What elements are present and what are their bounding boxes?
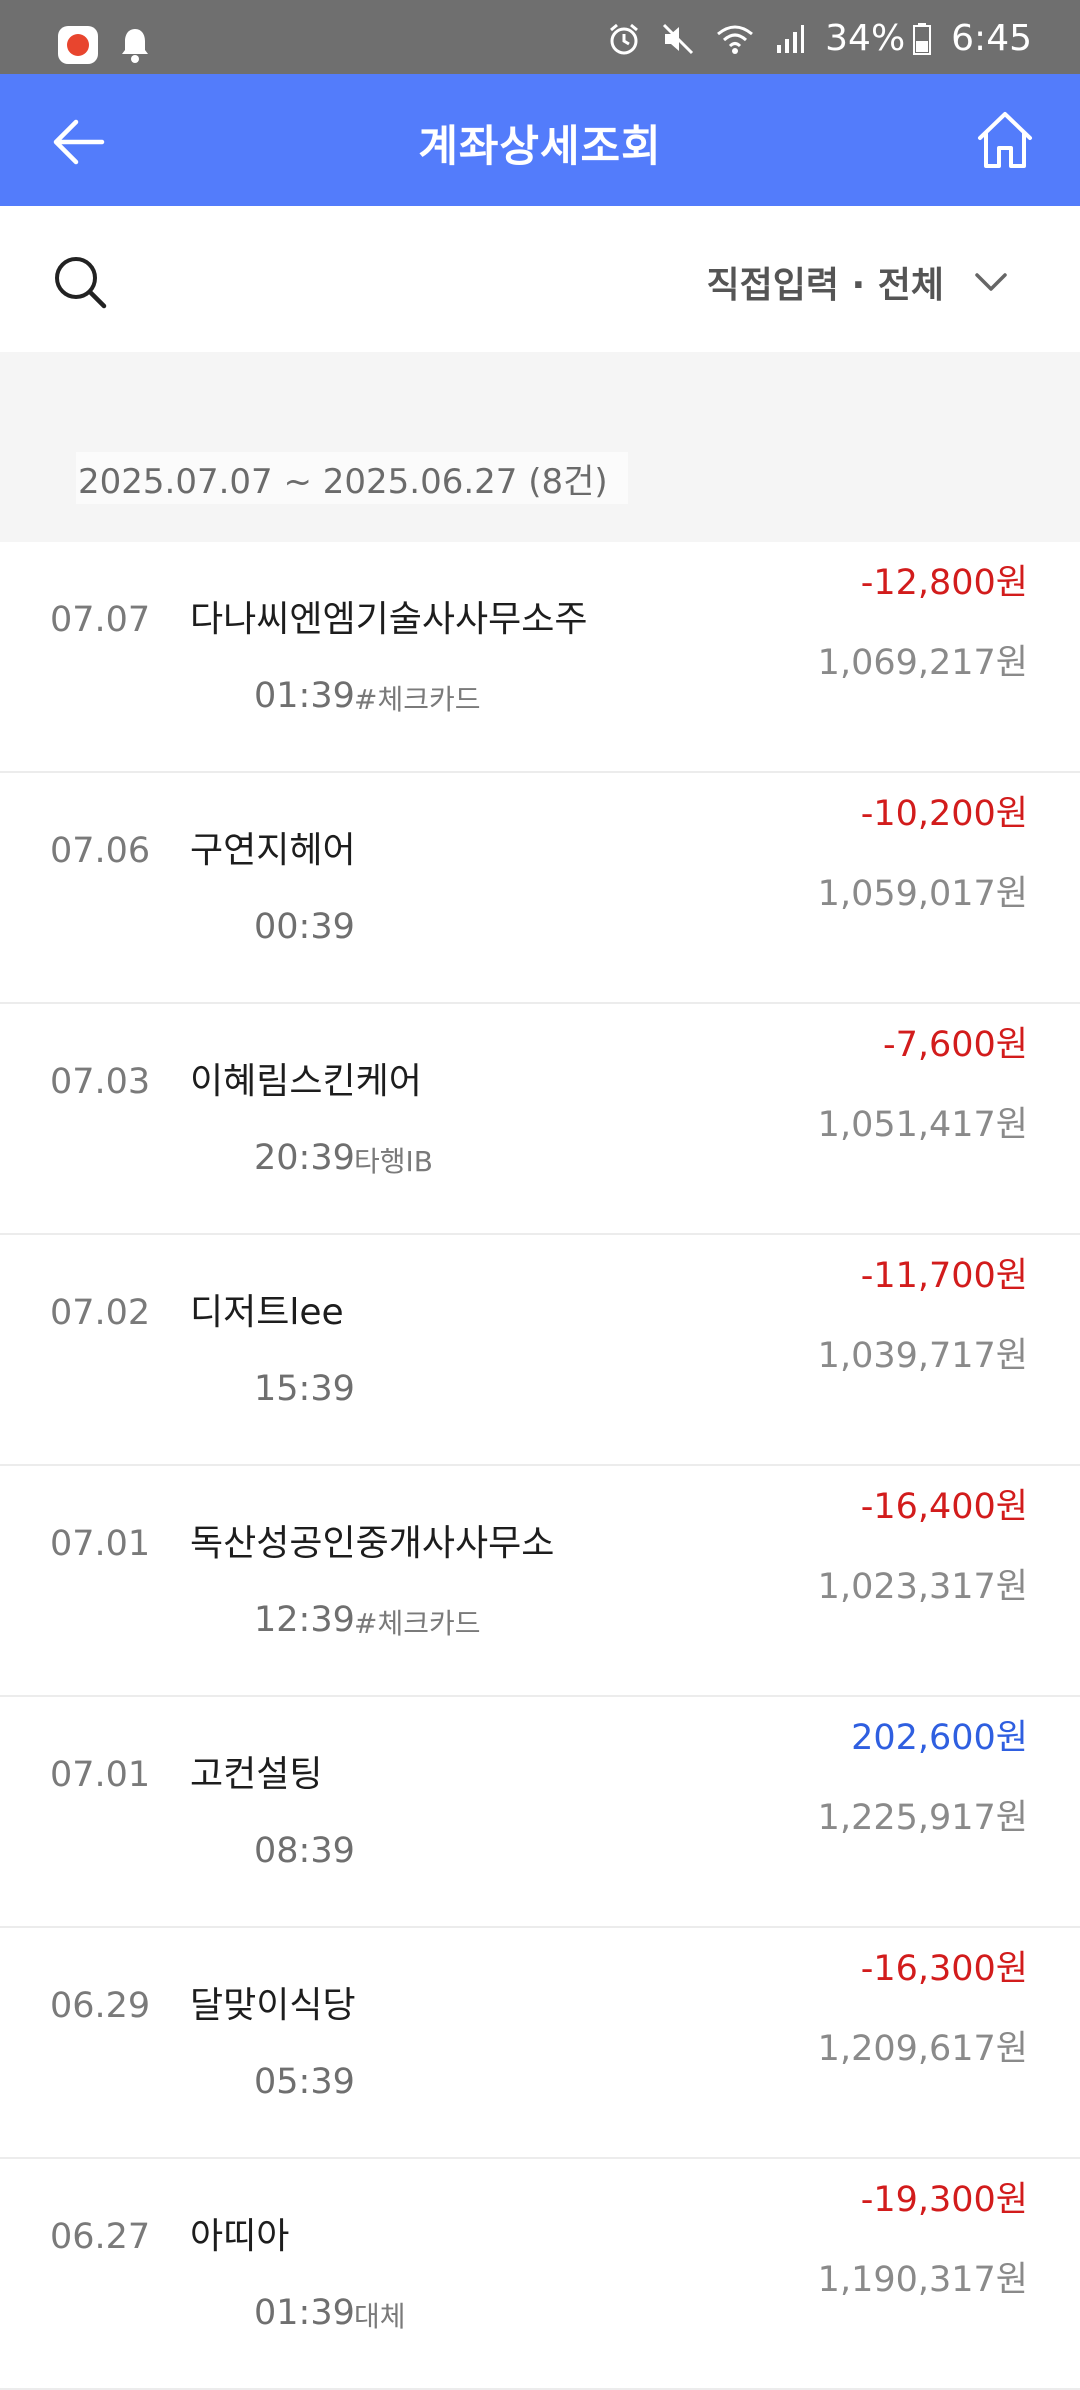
signal-icon <box>777 24 805 53</box>
wifi-icon <box>717 25 754 54</box>
transaction-amount: -19,300원 <box>860 2180 1028 2220</box>
transaction-balance: 1,039,717원 <box>817 1336 1028 1376</box>
status-left <box>58 26 150 64</box>
transaction-merchant: 다나씨엔엠기술사사무소주 <box>190 599 588 640</box>
period-summary: 2025.07.07 ~ 2025.06.27 (8건) <box>76 452 628 504</box>
transaction-merchant: 아띠아 <box>190 2216 290 2257</box>
transaction-row[interactable]: 07.07 다나씨엔엠기술사사무소주 01:39 #체크카드 -12,800원 1,069… <box>0 542 1080 773</box>
transaction-balance: 1,209,617원 <box>817 2029 1028 2069</box>
battery-icon <box>913 22 932 55</box>
status-bar: 34% 6:45 <box>0 0 1080 74</box>
transaction-time: 08:39 <box>254 1831 355 1871</box>
transaction-date: 07.03 <box>50 1062 151 1102</box>
transaction-row[interactable]: 06.29 달맞이식당 05:39 -16,300원 1,209,617원 <box>0 1928 1080 2159</box>
transaction-time: 01:39 <box>254 2293 355 2333</box>
status-right: 34% 6:45 <box>607 18 1032 59</box>
period-filter-dropdown[interactable]: 직접입력 · 전체 <box>707 256 1008 308</box>
transaction-balance: 1,069,217원 <box>817 643 1028 683</box>
search-icon[interactable] <box>52 254 108 310</box>
transaction-time: 01:39 <box>254 676 355 716</box>
transaction-row[interactable]: 06.27 아띠아 01:39 대체 -19,300원 1,190,317원 <box>0 2159 1080 2390</box>
transaction-balance: 1,059,017원 <box>817 874 1028 914</box>
transaction-time: 12:39 <box>254 1600 355 1640</box>
transaction-memo: #체크카드 <box>354 683 481 716</box>
transaction-date: 06.27 <box>50 2217 151 2257</box>
transaction-amount: -16,400원 <box>860 1487 1028 1527</box>
filter-label: 직접입력 · 전체 <box>706 265 944 306</box>
alarm-icon <box>610 23 639 54</box>
transaction-date: 07.01 <box>50 1755 151 1795</box>
transaction-row[interactable]: 07.01 독산성공인중개사사무소 12:39 #체크카드 -16,400원 1,023,… <box>0 1466 1080 1697</box>
transaction-merchant: 달맞이식당 <box>190 1985 356 2026</box>
transaction-row[interactable]: 07.01 고컨설팅 08:39 202,600원 1,225,917원 <box>0 1697 1080 1928</box>
transaction-time: 05:39 <box>254 2062 355 2102</box>
transaction-merchant: 독산성공인중개사사무소 <box>190 1523 555 1564</box>
transaction-row[interactable]: 07.06 구연지헤어 00:39 -10,200원 1,059,017원 <box>0 773 1080 1004</box>
transaction-merchant: 고컨설팅 <box>190 1754 323 1795</box>
search-filter-row: 직접입력 · 전체 <box>0 206 1080 352</box>
mute-icon <box>663 23 694 54</box>
transaction-row[interactable]: 07.02 디저트lee 15:39 -11,700원 1,039,717원 <box>0 1235 1080 1466</box>
transaction-amount: -11,700원 <box>860 1256 1028 1296</box>
transaction-merchant: 이혜림스킨케어 <box>190 1061 422 1102</box>
bell-icon <box>122 29 148 63</box>
transaction-balance: 1,190,317원 <box>817 2260 1028 2300</box>
transaction-time: 00:39 <box>254 907 355 947</box>
battery-indicator: 34% <box>825 18 932 59</box>
transaction-date: 07.01 <box>50 1524 151 1564</box>
app-header: 계좌상세조회 <box>0 74 1080 206</box>
transaction-amount: -10,200원 <box>860 794 1028 834</box>
chevron-down-icon <box>975 273 1007 291</box>
transaction-time: 20:39 <box>254 1138 355 1178</box>
app-badge-icon <box>58 26 98 64</box>
transaction-amount: -16,300원 <box>860 1949 1028 1989</box>
period-summary-band: 2025.07.07 ~ 2025.06.27 (8건) <box>0 352 1080 542</box>
transaction-memo: 타행IB <box>354 1145 433 1178</box>
transaction-balance: 1,225,917원 <box>817 1798 1028 1838</box>
transaction-amount: -7,600원 <box>882 1025 1028 1065</box>
transaction-merchant: 구연지헤어 <box>190 830 356 871</box>
page-title: 계좌상세조회 <box>418 122 662 172</box>
transaction-list: 07.07 다나씨엔엠기술사사무소주 01:39 #체크카드 -12,800원 1,069… <box>0 542 1080 2390</box>
transaction-memo: #체크카드 <box>354 1607 481 1640</box>
transaction-amount: 202,600원 <box>851 1718 1028 1758</box>
transaction-merchant: 디저트lee <box>190 1292 344 1333</box>
transaction-row[interactable]: 07.03 이혜림스킨케어 20:39 타행IB -7,600원 1,051,417원 <box>0 1004 1080 1235</box>
transaction-date: 07.06 <box>50 831 151 871</box>
transaction-date: 07.07 <box>50 600 151 640</box>
transaction-date: 07.02 <box>50 1293 151 1333</box>
transaction-date: 06.29 <box>50 1986 151 2026</box>
clock: 6:45 <box>951 18 1032 59</box>
transaction-balance: 1,051,417원 <box>817 1105 1028 1145</box>
home-icon[interactable] <box>976 110 1034 170</box>
transaction-memo: 대체 <box>354 2300 406 2333</box>
transaction-time: 15:39 <box>254 1369 355 1409</box>
transaction-amount: -12,800원 <box>860 563 1028 603</box>
transaction-balance: 1,023,317원 <box>817 1567 1028 1607</box>
battery-text: 34% <box>825 18 906 59</box>
